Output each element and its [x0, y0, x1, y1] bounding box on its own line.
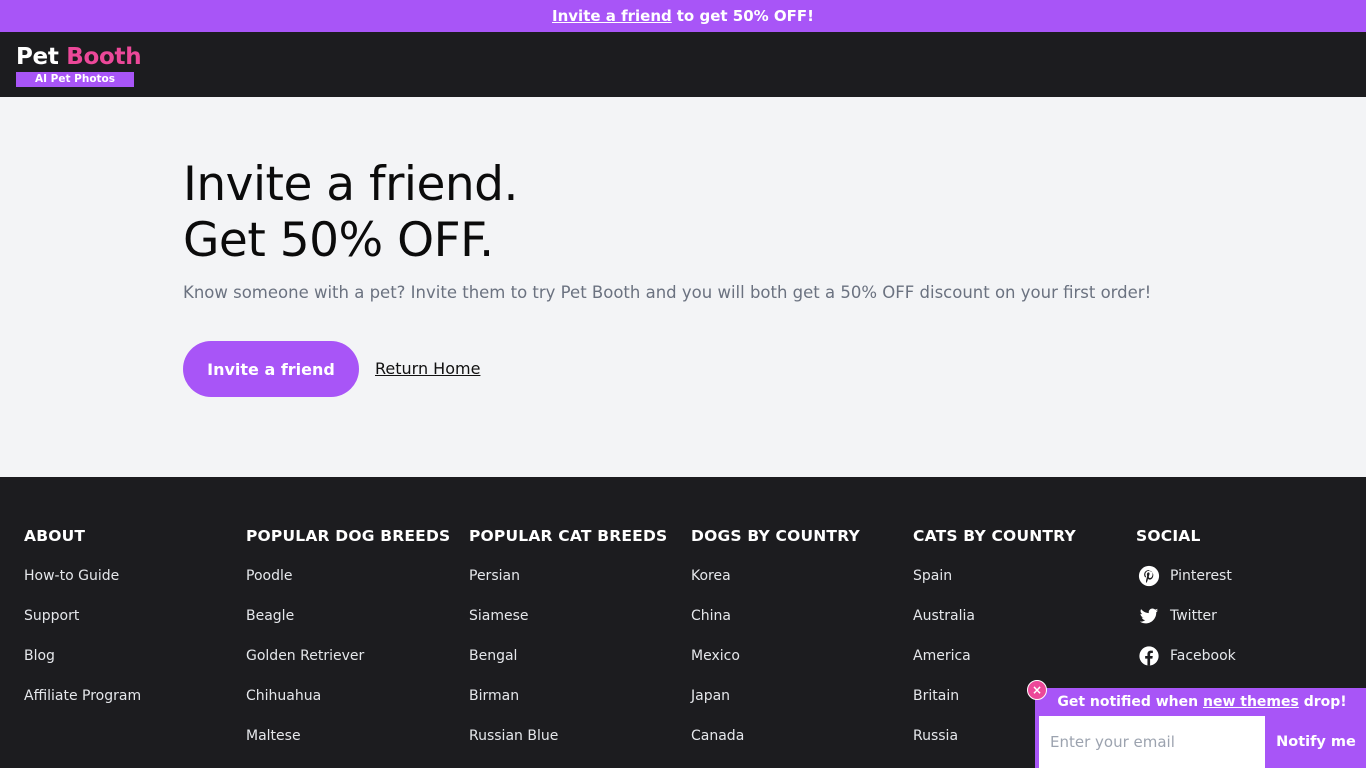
- footer-link-support[interactable]: Support: [24, 607, 141, 647]
- footer-link-pinterest[interactable]: Pinterest: [1136, 565, 1236, 605]
- footer-link-bengal[interactable]: Bengal: [469, 647, 667, 687]
- footer-column-cat-breeds: POPULAR CAT BREEDS Persian Siamese Benga…: [469, 527, 667, 767]
- announcement-bar: Invite a friend to get 50% OFF!: [0, 0, 1366, 32]
- footer-link-facebook[interactable]: Facebook: [1136, 645, 1236, 685]
- footer-link-australia[interactable]: Australia: [913, 607, 1076, 647]
- hero-title: Invite a friend. Get 50% OFF.: [183, 157, 518, 269]
- invite-friend-button[interactable]: Invite a friend: [183, 341, 359, 397]
- footer-link-mexico[interactable]: Mexico: [691, 647, 860, 687]
- logo-tagline: AI Pet Photos: [16, 72, 134, 87]
- hero-title-line2: Get 50% OFF.: [183, 213, 494, 268]
- notify-title: Get notified when new themes drop!: [1035, 694, 1366, 710]
- return-home-link[interactable]: Return Home: [375, 359, 480, 378]
- footer-link-golden-retriever[interactable]: Golden Retriever: [246, 647, 450, 687]
- twitter-icon: [1138, 605, 1160, 627]
- announcement-invite-link[interactable]: Invite a friend: [552, 7, 672, 25]
- footer-link-how-to-guide[interactable]: How-to Guide: [24, 567, 141, 607]
- close-icon[interactable]: ×: [1027, 680, 1047, 700]
- footer-link-russian-blue[interactable]: Russian Blue: [469, 727, 667, 767]
- footer-link-blog[interactable]: Blog: [24, 647, 141, 687]
- logo-part-pet: Pet: [16, 44, 59, 70]
- pinterest-icon: [1138, 565, 1160, 587]
- footer-link-siamese[interactable]: Siamese: [469, 607, 667, 647]
- footer-link-canada[interactable]: Canada: [691, 727, 860, 767]
- hero-section: Invite a friend. Get 50% OFF. Know someo…: [0, 97, 1366, 477]
- footer-column-about: ABOUT How-to Guide Support Blog Affiliat…: [24, 527, 141, 727]
- footer-link-label: Twitter: [1170, 608, 1217, 624]
- footer-link-chihuahua[interactable]: Chihuahua: [246, 687, 450, 727]
- footer-link-maltese[interactable]: Maltese: [246, 727, 450, 767]
- footer-column-dogs-by-country: DOGS BY COUNTRY Korea China Mexico Japan…: [691, 527, 860, 767]
- site-header: Pet Booth AI Pet Photos: [0, 32, 1366, 97]
- facebook-icon: [1138, 645, 1160, 667]
- footer-link-persian[interactable]: Persian: [469, 567, 667, 607]
- footer-link-label: Facebook: [1170, 648, 1236, 664]
- footer-heading: POPULAR DOG BREEDS: [246, 527, 451, 545]
- footer-link-japan[interactable]: Japan: [691, 687, 860, 727]
- footer-column-social: SOCIAL Pinterest Twitter Facebook: [1136, 527, 1236, 685]
- footer-link-america[interactable]: America: [913, 647, 1076, 687]
- footer-column-dog-breeds: POPULAR DOG BREEDS Poodle Beagle Golden …: [246, 527, 450, 767]
- footer-heading: SOCIAL: [1136, 527, 1201, 545]
- footer-link-beagle[interactable]: Beagle: [246, 607, 450, 647]
- footer-link-korea[interactable]: Korea: [691, 567, 860, 607]
- footer-heading: POPULAR CAT BREEDS: [469, 527, 668, 545]
- notify-title-after: drop!: [1303, 694, 1347, 710]
- notify-popup: Get notified when new themes drop! Notif…: [1035, 688, 1366, 768]
- logo-part-booth: Booth: [66, 44, 142, 70]
- footer-link-china[interactable]: China: [691, 607, 860, 647]
- logo[interactable]: Pet Booth AI Pet Photos: [16, 43, 142, 87]
- notify-email-input[interactable]: [1039, 716, 1265, 768]
- footer-heading: DOGS BY COUNTRY: [691, 527, 860, 545]
- footer-link-spain[interactable]: Spain: [913, 567, 1076, 607]
- footer-link-birman[interactable]: Birman: [469, 687, 667, 727]
- logo-text: Pet Booth: [16, 43, 142, 71]
- footer-link-poodle[interactable]: Poodle: [246, 567, 450, 607]
- footer-link-affiliate-program[interactable]: Affiliate Program: [24, 687, 141, 727]
- footer-heading: CATS BY COUNTRY: [913, 527, 1076, 545]
- notify-title-before: Get notified when: [1057, 694, 1199, 710]
- footer-link-twitter[interactable]: Twitter: [1136, 605, 1236, 645]
- notify-new-themes-link[interactable]: new themes: [1203, 694, 1299, 710]
- hero-subtitle: Know someone with a pet? Invite them to …: [183, 283, 1152, 302]
- footer-heading: ABOUT: [24, 527, 86, 545]
- notify-me-button[interactable]: Notify me: [1266, 716, 1366, 768]
- announcement-text: to get 50% OFF!: [676, 7, 814, 25]
- hero-title-line1: Invite a friend.: [183, 157, 518, 212]
- footer-link-label: Pinterest: [1170, 568, 1232, 584]
